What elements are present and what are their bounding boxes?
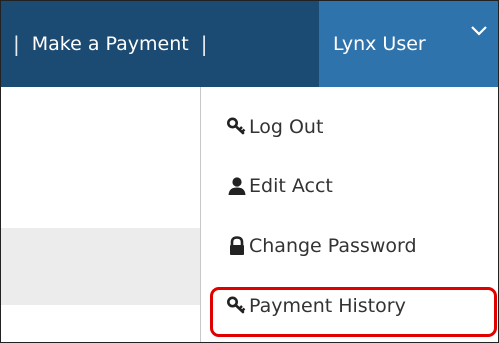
user-icon [228, 177, 246, 195]
menu-item-label: Log Out [249, 116, 324, 138]
make-payment-link[interactable]: Make a Payment [32, 33, 189, 55]
page-frame: | Make a Payment | Lynx User Log Out Edi… [0, 0, 499, 343]
nav-separator: | [13, 32, 20, 56]
nav-links: | Make a Payment | [1, 1, 219, 87]
menu-item-log-out[interactable]: Log Out [201, 103, 498, 151]
payment-history-highlight-box [210, 287, 497, 337]
menu-item-change-password[interactable]: Change Password [201, 222, 498, 270]
key-icon [227, 117, 246, 135]
top-navbar: | Make a Payment | Lynx User [1, 1, 498, 87]
chevron-down-icon [471, 26, 487, 36]
lock-icon [230, 236, 244, 255]
user-menu-toggle[interactable]: Lynx User [319, 1, 498, 87]
menu-item-label: Edit Acct [249, 175, 333, 197]
nav-separator: | [200, 32, 208, 56]
user-name: Lynx User [333, 33, 426, 55]
menu-item-label: Change Password [249, 235, 417, 257]
menu-item-edit-acct[interactable]: Edit Acct [201, 162, 498, 210]
